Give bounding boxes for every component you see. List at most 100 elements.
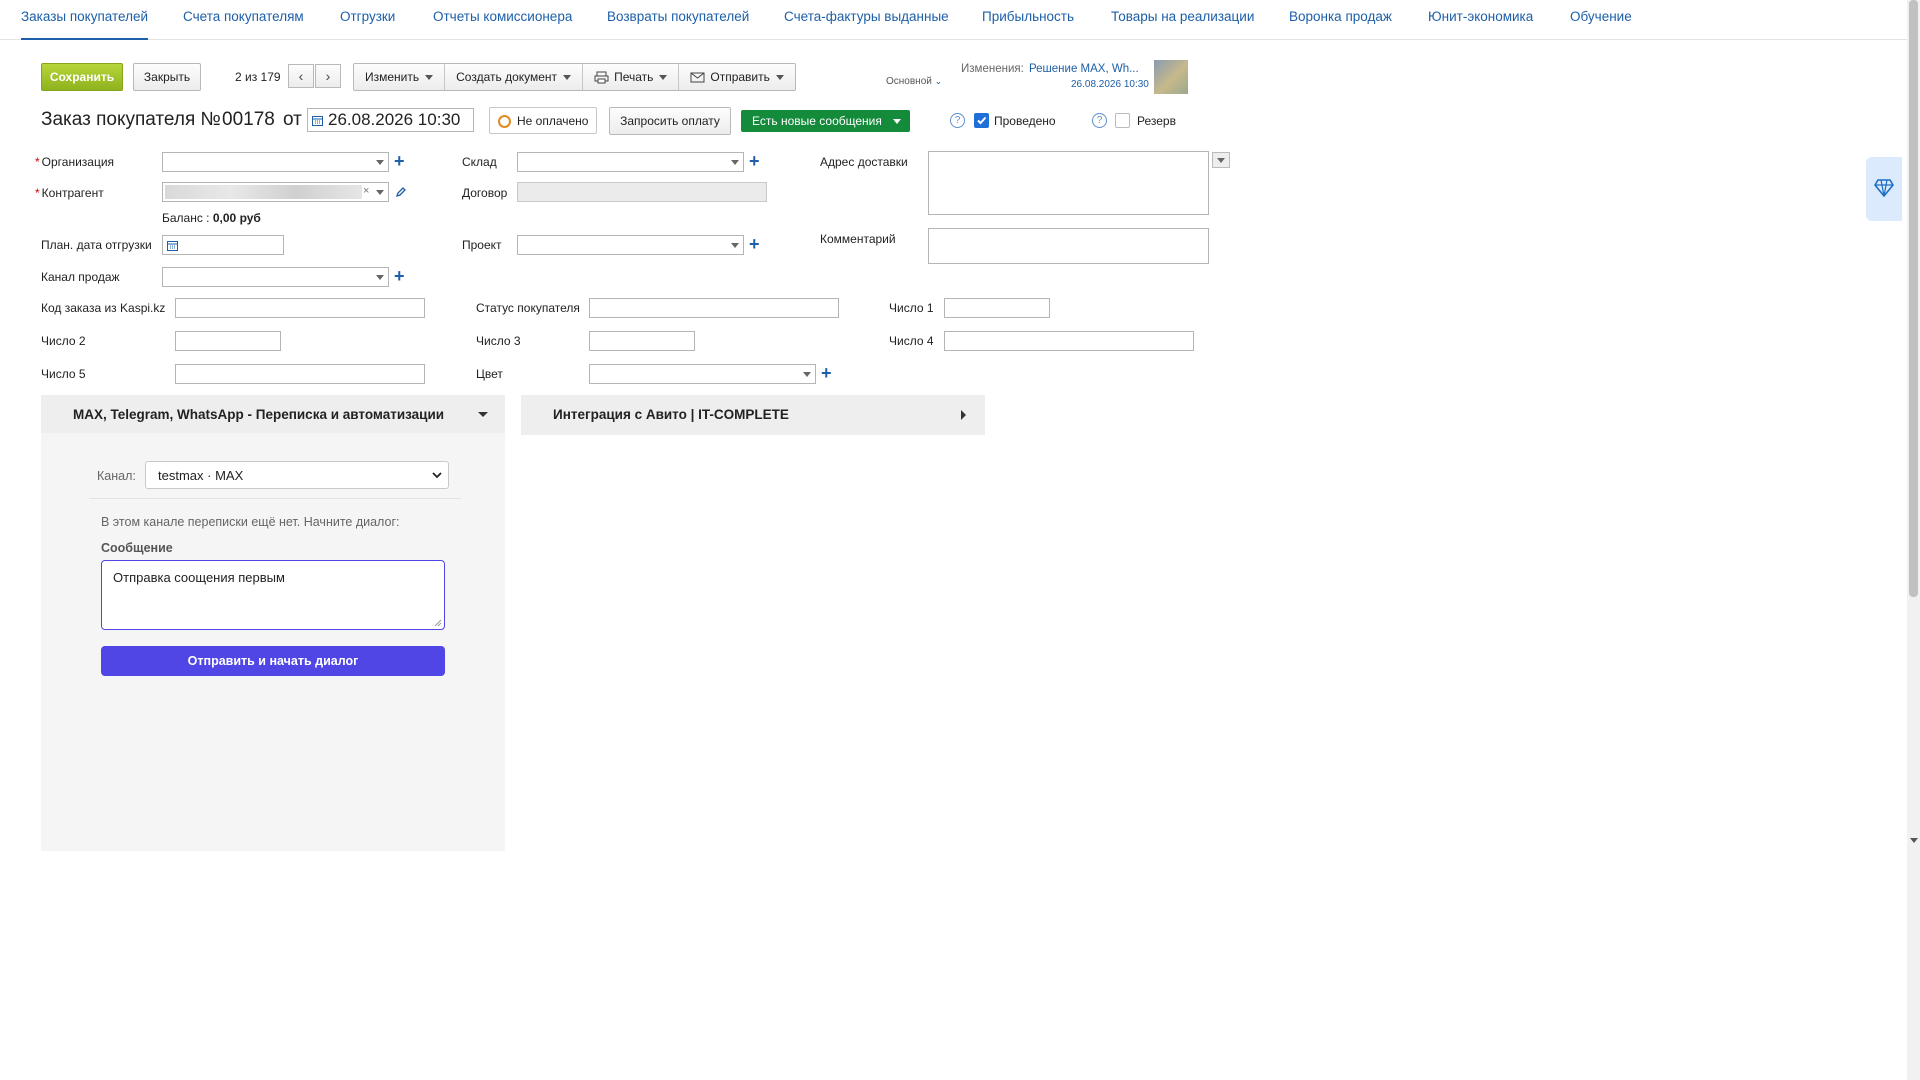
delivery-address-input[interactable]: [928, 151, 1209, 215]
prev-button[interactable]: ‹: [288, 64, 314, 88]
tab-customer-orders[interactable]: Заказы покупателей: [21, 0, 149, 40]
counterparty-label-text: Контрагент: [41, 186, 104, 200]
scroll-down-icon[interactable]: [1910, 838, 1918, 843]
create-document-label: Создать документ: [456, 70, 558, 84]
tab-customer-returns[interactable]: Возвраты покупателей: [607, 0, 749, 40]
warehouse-select[interactable]: [517, 152, 744, 172]
help-icon[interactable]: ?: [1092, 113, 1107, 128]
sales-channel-select[interactable]: [162, 267, 389, 287]
date-field[interactable]: 26.08.2026 10:30: [307, 108, 474, 132]
reserve-checkbox[interactable]: [1115, 113, 1130, 128]
side-widget[interactable]: [1866, 157, 1902, 221]
tab-customer-invoices[interactable]: Счета покупателям: [183, 0, 304, 40]
buyer-status-label: Статус покупателя: [476, 301, 580, 315]
color-label: Цвет: [476, 367, 503, 381]
number1-input[interactable]: [944, 298, 1050, 318]
dropdown-arrow-icon: [376, 275, 384, 280]
tab-goods-on-sale[interactable]: Товары на реализации: [1111, 0, 1254, 40]
help-icon[interactable]: ?: [950, 113, 965, 128]
plan-date-label: План. дата отгрузки: [41, 238, 152, 252]
number3-label: Число 3: [476, 334, 521, 348]
address-expand-button[interactable]: [1212, 152, 1230, 168]
calendar-icon: [312, 116, 323, 126]
calendar-icon: [167, 241, 178, 251]
tab-issued-invoices[interactable]: Счета-фактуры выданные: [784, 0, 949, 40]
create-document-button[interactable]: Создать документ: [445, 64, 584, 90]
changes-link[interactable]: Решение MAX, Wh...: [1029, 63, 1139, 75]
add-project-icon[interactable]: +: [749, 235, 760, 253]
avito-panel[interactable]: Интеграция с Авито | IT-COMPLETE: [521, 395, 985, 435]
add-warehouse-icon[interactable]: +: [749, 152, 760, 170]
tab-learning[interactable]: Обучение: [1570, 0, 1632, 40]
new-messages-button[interactable]: Есть новые сообщения: [741, 110, 910, 132]
tab-profitability[interactable]: Прибыльность: [982, 0, 1074, 40]
diamond-icon: [1874, 179, 1894, 197]
messenger-panel-header[interactable]: MAX, Telegram, WhatsApp - Переписка и ав…: [41, 395, 505, 433]
send-start-dialog-button[interactable]: Отправить и начать диалог: [101, 646, 445, 676]
number4-label: Число 4: [889, 334, 934, 348]
change-label: Изменить: [365, 70, 420, 84]
sales-channel-label: Канал продаж: [41, 270, 120, 284]
date-value: 26.08.2026 10:30: [328, 110, 461, 129]
resize-handle-icon[interactable]: [434, 619, 442, 627]
expand-arrow-icon[interactable]: [961, 410, 966, 420]
color-select[interactable]: [589, 364, 816, 384]
number1-label: Число 1: [889, 301, 934, 315]
close-button[interactable]: Закрыть: [133, 63, 201, 91]
scrollbar-thumb[interactable]: [1909, 0, 1918, 597]
number2-input[interactable]: [175, 331, 281, 351]
tab-commission-reports[interactable]: Отчеты комиссионера: [433, 0, 572, 40]
tab-sales-funnel[interactable]: Воронка продаж: [1289, 0, 1392, 40]
add-sales-channel-icon[interactable]: +: [394, 267, 405, 285]
required-mark: *: [35, 155, 40, 169]
messenger-panel: MAX, Telegram, WhatsApp - Переписка и ав…: [41, 395, 505, 851]
plan-date-input[interactable]: [162, 235, 284, 255]
message-textarea[interactable]: Отправка соощения первым: [101, 560, 445, 630]
send-button[interactable]: Отправить: [679, 64, 795, 90]
project-select[interactable]: [517, 235, 744, 255]
from-label: от: [283, 109, 302, 130]
clear-icon[interactable]: ×: [363, 185, 369, 197]
buyer-status-input[interactable]: [589, 298, 839, 318]
organization-label-text: Организация: [41, 155, 115, 169]
counterparty-select[interactable]: ×: [162, 182, 389, 202]
next-button[interactable]: ›: [315, 64, 341, 88]
tab-shipments[interactable]: Отгрузки: [340, 0, 395, 40]
page-title: Заказ покупателя №: [41, 109, 221, 130]
posted-checkbox[interactable]: [974, 113, 989, 128]
envelope-icon: [690, 72, 705, 82]
base-price-selector[interactable]: Основной ⌄: [886, 76, 942, 87]
tab-unit-economics[interactable]: Юнит-экономика: [1428, 0, 1533, 40]
request-payment-button[interactable]: Запросить оплату: [609, 107, 731, 135]
save-button[interactable]: Сохранить: [41, 63, 123, 91]
add-organization-icon[interactable]: +: [394, 152, 405, 170]
number4-input[interactable]: [944, 331, 1194, 351]
kaspi-code-input[interactable]: [175, 298, 425, 318]
channel-select[interactable]: testmax · MAX: [145, 461, 449, 489]
add-color-icon[interactable]: +: [821, 364, 832, 382]
avatar[interactable]: [1154, 60, 1188, 94]
balance: Баланс : 0,00 руб: [162, 211, 261, 225]
contract-label: Договор: [462, 186, 508, 200]
chevron-down-icon: ⌄: [934, 76, 943, 86]
edit-pencil-icon[interactable]: [395, 186, 407, 198]
messenger-panel-title: MAX, Telegram, WhatsApp - Переписка и ав…: [73, 407, 445, 422]
print-button[interactable]: Печать: [583, 64, 680, 90]
balance-label: Баланс :: [162, 211, 210, 225]
scrollbar[interactable]: [1907, 0, 1920, 1080]
caret-down-icon: [893, 119, 901, 124]
dropdown-arrow-icon: [731, 160, 739, 165]
comment-input[interactable]: [928, 228, 1209, 264]
number3-input[interactable]: [589, 331, 695, 351]
organization-select[interactable]: [162, 152, 389, 172]
dropdown-arrow-icon: [731, 243, 739, 248]
change-button[interactable]: Изменить: [354, 64, 446, 90]
collapse-arrow-icon[interactable]: [478, 412, 488, 417]
payment-status[interactable]: Не оплачено: [489, 107, 597, 134]
delivery-address-label: Адрес доставки: [820, 155, 908, 169]
kaspi-code-label: Код заказа из Kaspi.kz: [41, 301, 166, 315]
chevron-down-icon: [432, 472, 442, 479]
number5-input[interactable]: [175, 364, 425, 384]
posted-label: Проведено: [994, 114, 1056, 128]
message-text: Отправка соощения первым: [113, 570, 285, 585]
